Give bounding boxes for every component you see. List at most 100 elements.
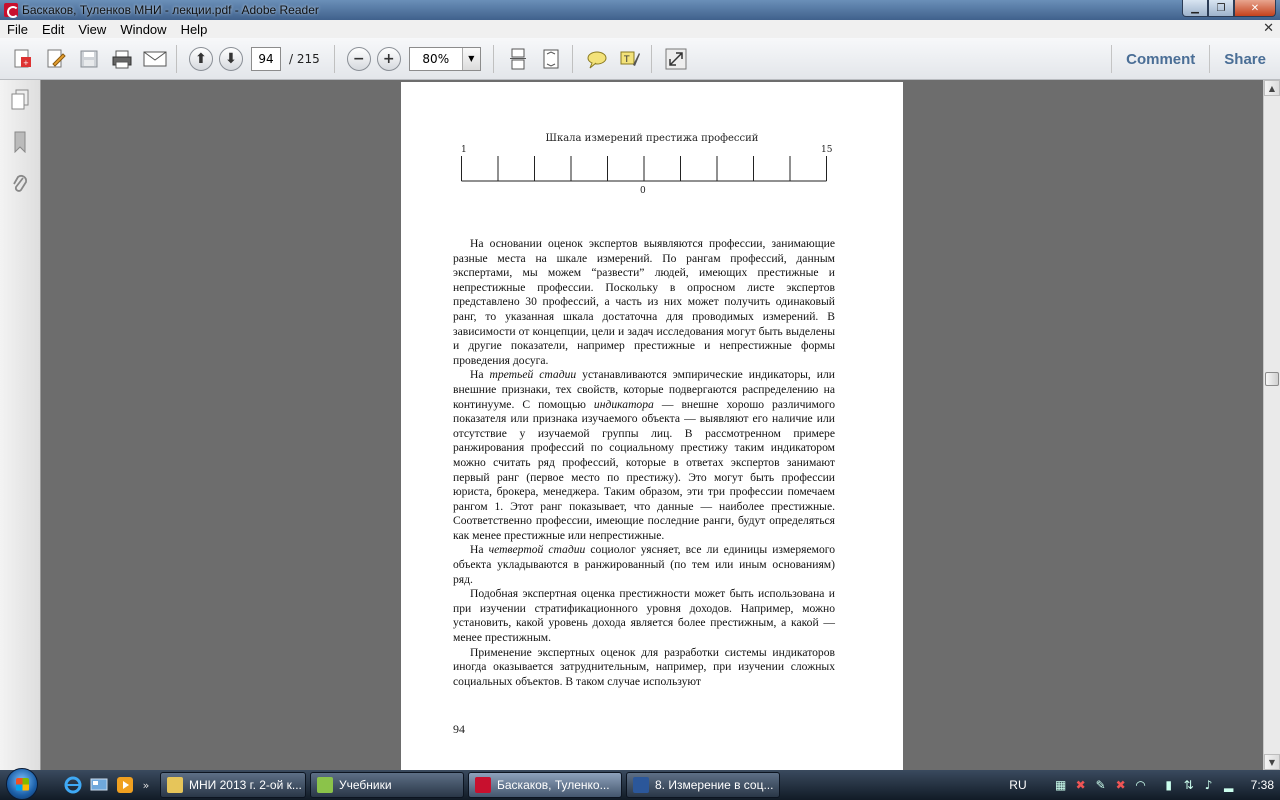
taskbar-item-adobe-reader[interactable]: Баскаков, Туленко... [468, 772, 622, 798]
edit-document-icon [47, 49, 66, 67]
arrow-up-icon: ⬆ [195, 50, 207, 67]
play-icon [117, 777, 133, 793]
language-indicator[interactable]: RU [1009, 778, 1026, 792]
close-document-icon[interactable]: ✕ [1263, 21, 1274, 36]
comment-pane-button[interactable]: Comment [1112, 51, 1209, 68]
menu-edit[interactable]: Edit [35, 22, 71, 37]
window-controls: ▁ ❐ ✕ [1182, 0, 1276, 17]
menu-window[interactable]: Window [113, 22, 173, 37]
menu-file[interactable]: File [0, 22, 35, 37]
fit-page-button[interactable] [536, 44, 566, 74]
tools-icon[interactable]: ✎ [1093, 777, 1109, 793]
save-button[interactable] [74, 44, 104, 74]
highlight-text-button[interactable]: T [615, 44, 645, 74]
attachments-button[interactable] [9, 172, 31, 196]
clock[interactable]: 7:38 [1251, 778, 1274, 792]
page-thumbnails-button[interactable] [9, 88, 31, 112]
quicklaunch-more-icon[interactable]: » [140, 774, 152, 796]
media-player-icon[interactable] [114, 774, 136, 796]
scale-center-label: 0 [640, 186, 646, 196]
zoom-select[interactable]: 80% ▼ [408, 46, 481, 71]
share-pane-button[interactable]: Share [1210, 51, 1280, 68]
menu-view[interactable]: View [71, 22, 113, 37]
toolbar: + ⬆ ⬇ 94 / 215 − + 80% ▼ T Comment Share [0, 38, 1280, 80]
toolbar-separator [492, 44, 494, 73]
start-button[interactable] [0, 767, 44, 800]
sticky-note-button[interactable] [582, 44, 612, 74]
expand-icon [665, 48, 687, 69]
toolbar-separator [333, 44, 335, 73]
menu-help[interactable]: Help [174, 22, 215, 37]
edit-pdf-button[interactable] [41, 44, 71, 74]
desktop-icon [90, 778, 108, 791]
antivirus-icon[interactable]: ✖ [1073, 777, 1089, 793]
printer-icon [112, 50, 132, 68]
arrow-down-icon: ⬇ [225, 50, 237, 67]
create-pdf-button[interactable]: + [8, 44, 38, 74]
word-document-icon [633, 777, 649, 793]
expand-view-button[interactable] [661, 44, 691, 74]
scrolling-mode-button[interactable] [503, 44, 533, 74]
taskbar-item-folder[interactable]: МНИ 2013 г. 2-ой к... [160, 772, 306, 798]
connection-icon[interactable]: ⇅ [1181, 777, 1197, 793]
folder-icon [167, 777, 183, 793]
vertical-scrollbar[interactable]: ▲ ▼ [1263, 80, 1280, 770]
text-run: На [470, 543, 489, 557]
create-pdf-icon: + [14, 49, 31, 67]
scale-left-label: 1 [461, 145, 467, 155]
wifi-icon[interactable]: ◠ [1133, 777, 1149, 793]
taskbar-item-label: Баскаков, Туленко... [497, 778, 610, 792]
show-desktop-icon[interactable] [88, 774, 110, 796]
scale-ticks [461, 156, 827, 182]
text-run: На [470, 368, 490, 382]
scroll-pages-icon [509, 48, 526, 69]
bookmark-icon [14, 131, 26, 153]
taskbar-item-word[interactable]: 8. Измерение в соц... [626, 772, 780, 798]
next-page-button[interactable]: ⬇ [219, 46, 243, 71]
zoom-out-button[interactable]: − [346, 46, 371, 71]
volume-icon[interactable]: ♪ [1201, 777, 1217, 793]
pages-icon [11, 89, 29, 110]
network-icon[interactable]: ▦ [1053, 777, 1069, 793]
close-button[interactable]: ✕ [1234, 0, 1276, 17]
print-button[interactable] [107, 44, 137, 74]
svg-text:+: + [23, 59, 29, 67]
previous-page-button[interactable]: ⬆ [189, 46, 213, 71]
battery-icon[interactable]: ▮ [1161, 777, 1177, 793]
emphasis-text: третьей стадии [489, 368, 577, 382]
pdf-page: Шкала измерений престижа профессий 1 15 … [401, 82, 903, 770]
scrollbar-thumb[interactable] [1265, 372, 1279, 386]
scroll-down-arrow-icon[interactable]: ▼ [1264, 754, 1280, 770]
page-total: / 215 [289, 51, 320, 66]
paragraph: На третьей стадии устанавливаются эмпири… [453, 368, 835, 543]
page-number-input[interactable]: 94 [251, 46, 281, 71]
security-alert-icon[interactable]: ✖ [1113, 777, 1129, 793]
internet-explorer-icon[interactable] [62, 774, 84, 796]
adobe-reader-icon [4, 3, 19, 18]
page-body-text: На основании оценок экспертов выявляются… [453, 237, 835, 689]
minus-icon: − [352, 50, 365, 67]
maximize-button[interactable]: ❐ [1208, 0, 1234, 17]
archive-icon [317, 777, 333, 793]
chevron-down-icon[interactable]: ▼ [461, 47, 480, 70]
taskbar-item-label: Учебники [339, 778, 392, 792]
email-button[interactable] [140, 44, 170, 74]
paragraph: На четвертой стадии социолог уясняет, вс… [453, 543, 835, 587]
minimize-button[interactable]: ▁ [1182, 0, 1208, 17]
signal-icon[interactable]: ▂ [1221, 777, 1237, 793]
navigation-pane [0, 80, 41, 770]
envelope-icon [143, 51, 167, 66]
page-footer-number: 94 [453, 722, 465, 736]
document-viewport[interactable]: Шкала измерений престижа профессий 1 15 … [42, 80, 1263, 770]
taskbar-item-textbooks[interactable]: Учебники [310, 772, 464, 798]
scroll-up-arrow-icon[interactable]: ▲ [1264, 80, 1280, 96]
system-tray: RU ▦ ✖ ✎ ✖ ◠ ▮ ⇅ ♪ ▂ 7:38 [1009, 770, 1280, 800]
fit-page-icon [543, 49, 559, 68]
toolbar-separator [571, 44, 573, 73]
zoom-value: 80% [422, 51, 450, 66]
bookmarks-button[interactable] [9, 130, 31, 154]
comment-bubble-icon [587, 51, 607, 68]
zoom-in-button[interactable]: + [376, 46, 401, 71]
menu-bar: File Edit View Window Help ✕ [0, 20, 1280, 38]
taskbar-item-label: 8. Измерение в соц... [655, 778, 774, 792]
